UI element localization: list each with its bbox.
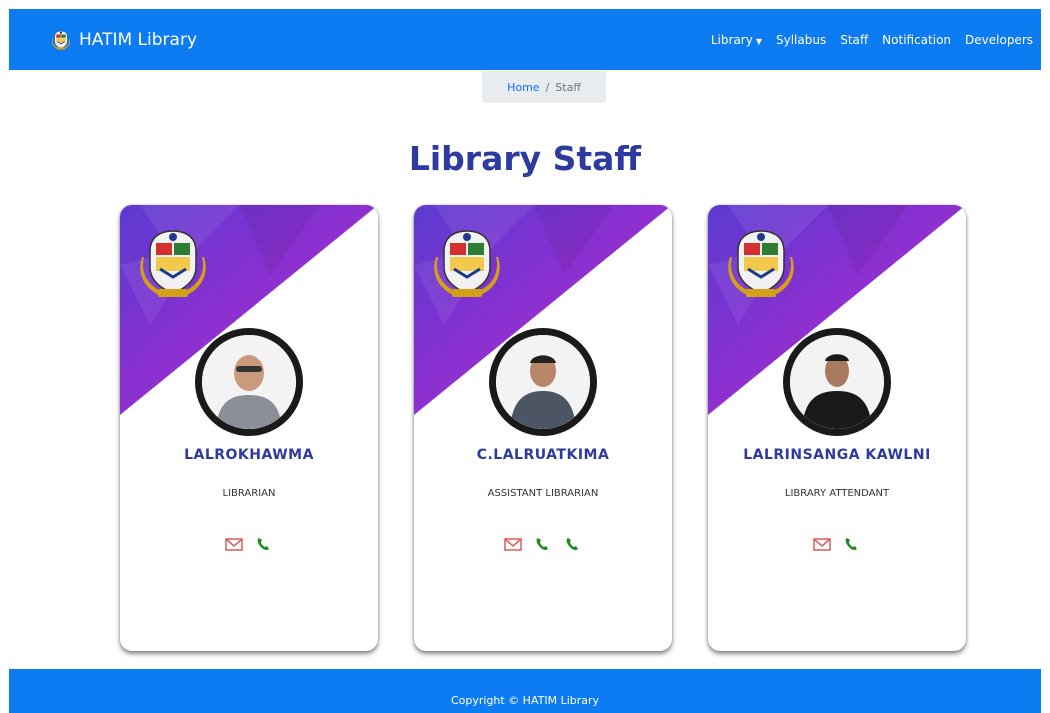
contact-links: [708, 536, 966, 552]
nav-staff[interactable]: Staff: [840, 33, 868, 47]
page-footer: Copyright © HATIM Library: [9, 669, 1041, 713]
staff-role: ASSISTANT LIBRARIAN: [487, 488, 599, 499]
staff-card: LALROKHAWMA LIBRARIAN: [120, 205, 378, 651]
staff-name: LALROKHAWMA: [184, 447, 314, 463]
nav-syllabus[interactable]: Syllabus: [776, 33, 826, 47]
envelope-icon[interactable]: [503, 536, 523, 552]
staff-photo: [790, 335, 884, 429]
nav-library-dropdown[interactable]: Library ▼: [711, 33, 762, 47]
navbar-brand[interactable]: HATIM Library: [51, 30, 197, 50]
nav-developers[interactable]: Developers: [965, 33, 1033, 47]
staff-role: LIBRARY ATTENDANT: [784, 488, 890, 499]
staff-photo: [202, 335, 296, 429]
nav-notification[interactable]: Notification: [882, 33, 951, 47]
breadcrumb-home[interactable]: Home: [507, 81, 539, 94]
brand-name: HATIM Library: [79, 29, 198, 50]
breadcrumb-separator: /: [545, 80, 550, 94]
staff-card: LALRINSANGA KAWLNI LIBRARY ATTENDANT: [708, 205, 966, 651]
page-frame: HATIM Library Library ▼ Syllabus Staff No…: [9, 9, 1041, 713]
contact-links: [120, 536, 378, 552]
staff-role: LIBRARIAN: [222, 488, 276, 499]
staff-name: C.LALRUATKIMA: [476, 447, 610, 463]
avatar: [195, 328, 303, 436]
footer-copyright: Copyright © HATIM Library: [450, 694, 600, 707]
college-crest-icon: [726, 229, 796, 299]
college-crest-icon: [51, 30, 71, 50]
avatar: [783, 328, 891, 436]
envelope-icon[interactable]: [224, 536, 244, 552]
phone-icon[interactable]: [842, 536, 862, 552]
college-crest-icon: [138, 229, 208, 299]
caret-down-icon: ▼: [755, 36, 762, 46]
page-title: Library Staff: [408, 139, 642, 178]
envelope-icon[interactable]: [812, 536, 832, 552]
phone-icon[interactable]: [254, 536, 274, 552]
nav-links: Library ▼ Syllabus Staff Notification Dev…: [697, 9, 1033, 70]
avatar: [489, 328, 597, 436]
phone-icon[interactable]: [533, 536, 553, 552]
contact-links: [414, 536, 672, 552]
college-crest-icon: [432, 229, 502, 299]
breadcrumb-current: Staff: [555, 80, 581, 94]
breadcrumb: Home / Staff: [482, 71, 606, 103]
phone-icon[interactable]: [563, 536, 583, 552]
nav-library-label: Library: [710, 32, 753, 47]
staff-photo: [496, 335, 590, 429]
top-navbar: HATIM Library Library ▼ Syllabus Staff No…: [9, 9, 1041, 70]
staff-card: C.LALRUATKIMA ASSISTANT LIBRARIAN: [414, 205, 672, 651]
staff-name: LALRINSANGA KAWLNI: [743, 447, 931, 463]
